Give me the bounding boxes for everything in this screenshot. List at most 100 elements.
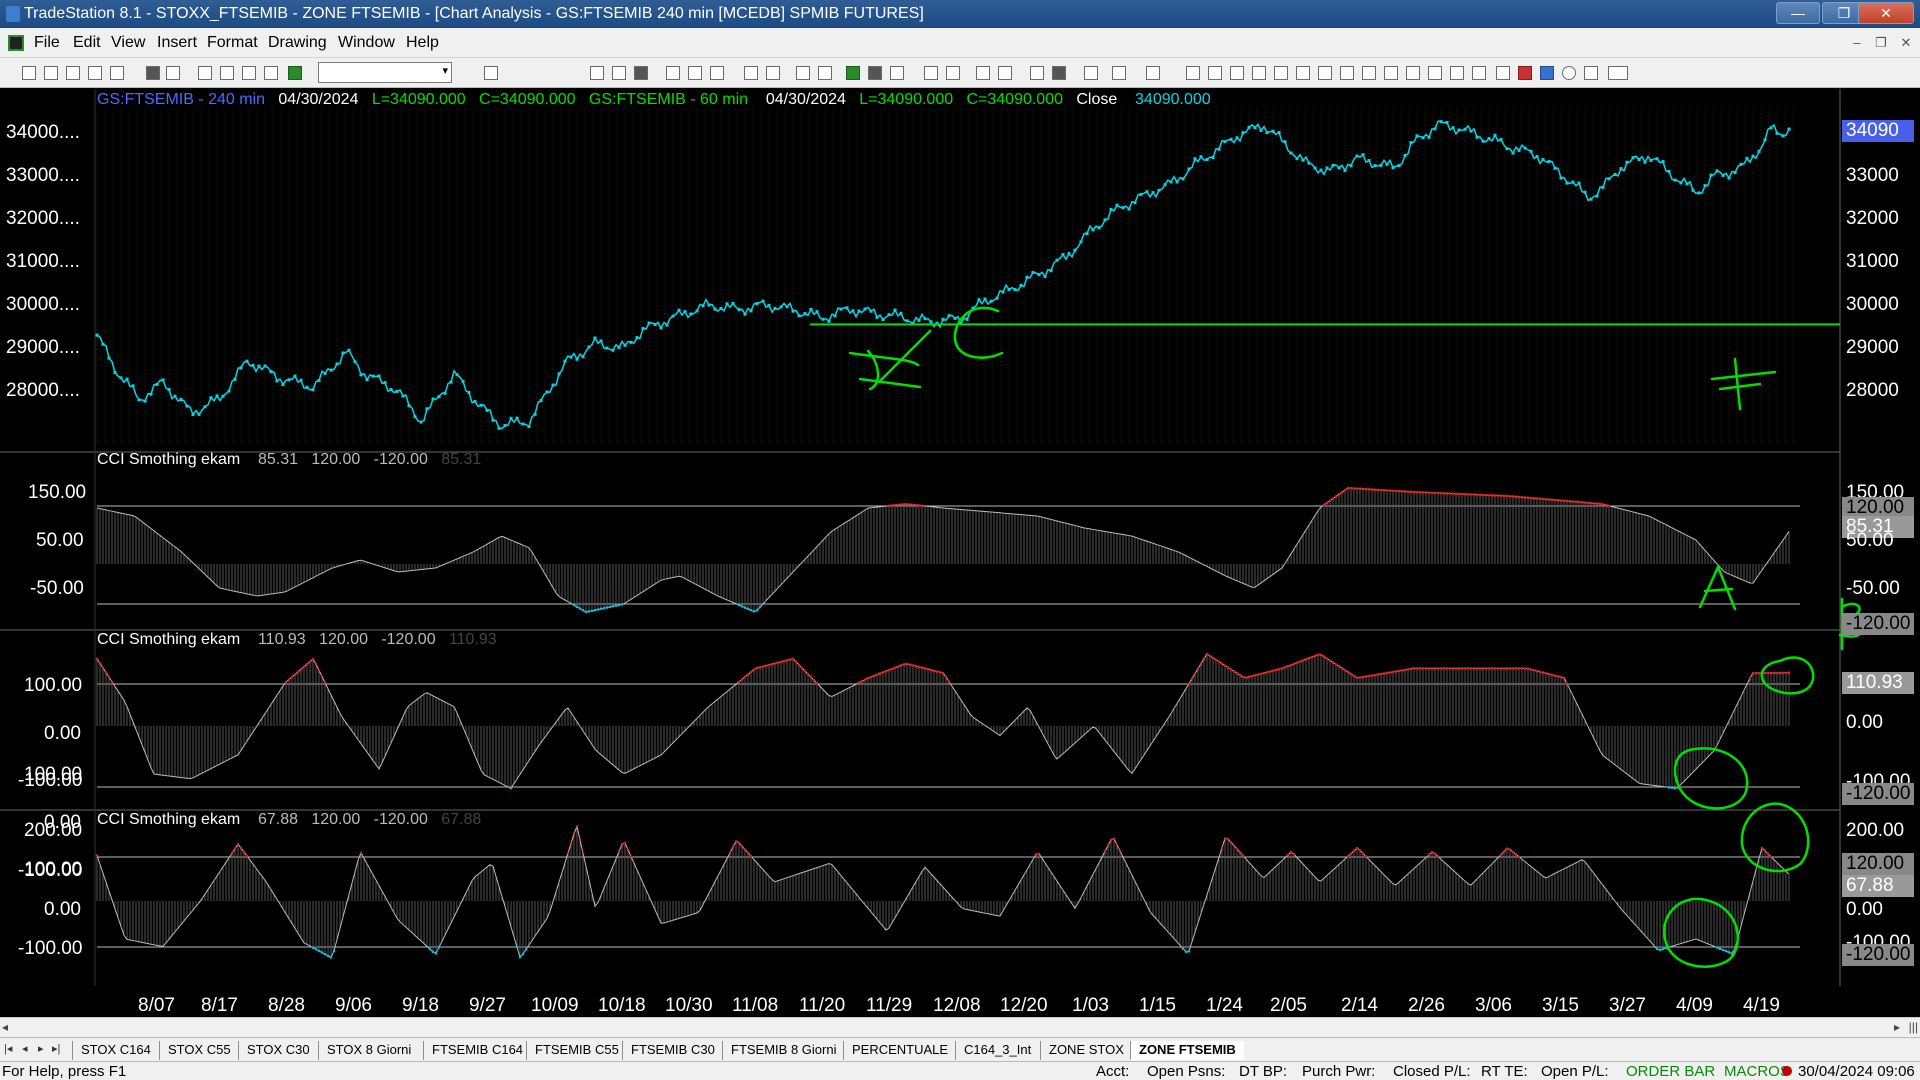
lock-icon[interactable]: [242, 66, 256, 80]
arrow-down-icon[interactable]: [1518, 66, 1532, 80]
cci-oversold: [311, 945, 1737, 959]
title-bar: TradeStation 8.1 - STOXX_FTSEMIB - ZONE …: [0, 0, 1920, 28]
status-rt-te: RT TE:: [1481, 1063, 1528, 1080]
radar-icon[interactable]: [688, 66, 702, 80]
crosshair-icon[interactable]: [924, 66, 938, 80]
quote-icon[interactable]: [846, 66, 860, 80]
horizontal-lines-icon[interactable]: [1230, 66, 1244, 80]
andrews-pitchfork-icon[interactable]: [1274, 66, 1288, 80]
menu-format[interactable]: Format: [207, 34, 258, 52]
globe-icon[interactable]: [288, 66, 302, 80]
tab-ftsemib-c30[interactable]: FTSEMIB C30: [622, 1041, 723, 1060]
scroll-grip-icon[interactable]: |||: [1909, 1020, 1918, 1034]
cycle-icon[interactable]: [1450, 66, 1464, 80]
macros-button[interactable]: MACROS: [1724, 1063, 1790, 1080]
scroll-right-icon[interactable]: ▸: [1894, 1020, 1900, 1034]
chart-trading-icon[interactable]: [1052, 66, 1066, 80]
insert-analysis-icon[interactable]: [890, 66, 904, 80]
scroll-icon[interactable]: [946, 66, 960, 80]
tab-c164-3-int[interactable]: C164_3_Int: [955, 1041, 1039, 1060]
rectangle-icon[interactable]: [1584, 66, 1598, 80]
cci3-left-label: 200.00: [24, 820, 83, 841]
fib-icon[interactable]: [1252, 66, 1266, 80]
draw-icon[interactable]: [264, 66, 278, 80]
tab-stox-c164[interactable]: STOX C164: [72, 1041, 159, 1060]
chart-area[interactable]: GS:FTSEMIB - 240 min 04/30/2024 L=34090.…: [0, 89, 1920, 1016]
print-icon[interactable]: [146, 66, 160, 80]
delete-icon[interactable]: [1146, 66, 1160, 80]
tab-zone-ftsemib[interactable]: ZONE FTSEMIB: [1130, 1041, 1244, 1060]
zoom-out-icon[interactable]: [998, 66, 1012, 80]
regression-icon[interactable]: [1340, 66, 1354, 80]
pencil-icon[interactable]: [1472, 66, 1486, 80]
tab-ftsemib-c55[interactable]: FTSEMIB C55: [526, 1041, 627, 1060]
tab-stox-8-giorni[interactable]: STOX 8 Giorni: [318, 1041, 419, 1060]
window-2-icon[interactable]: [220, 66, 234, 80]
format-icon[interactable]: [1112, 66, 1126, 80]
vertical-lines-icon[interactable]: [1208, 66, 1222, 80]
tab-stox-c55[interactable]: STOX C55: [159, 1041, 239, 1060]
gann-fan-icon[interactable]: [1296, 66, 1310, 80]
window-icon[interactable]: [198, 66, 212, 80]
order-bar-button[interactable]: ORDER BAR: [1626, 1063, 1715, 1080]
menu-help[interactable]: Help: [406, 34, 439, 52]
print-preview-icon[interactable]: [166, 66, 180, 80]
menu-file[interactable]: File: [34, 34, 60, 52]
mdi-restore-button[interactable]: ❐: [1872, 34, 1890, 52]
scanner-icon[interactable]: [710, 66, 724, 80]
trendline-icon[interactable]: [1186, 66, 1200, 80]
news-icon[interactable]: [796, 66, 810, 80]
chart-scrollbar[interactable]: ◂ ▸ |||: [0, 1017, 1920, 1037]
minimize-button[interactable]: —: [1776, 2, 1820, 24]
tab-stox-c30[interactable]: STOX C30: [238, 1041, 318, 1060]
zoom-in-icon[interactable]: [976, 66, 990, 80]
mdi-close-button[interactable]: ✕: [1897, 34, 1915, 52]
tab-first-icon[interactable]: |◂: [4, 1042, 12, 1055]
pointer-icon[interactable]: [1030, 66, 1044, 80]
mdi-minimize-button[interactable]: –: [1848, 34, 1866, 52]
arrow-up-icon[interactable]: [1540, 66, 1554, 80]
save-icon[interactable]: [110, 66, 124, 80]
arc-icon[interactable]: [1496, 66, 1510, 80]
menu-drawing[interactable]: Drawing: [268, 34, 327, 52]
menu-window[interactable]: Window: [338, 34, 395, 52]
alerts-icon[interactable]: [818, 66, 832, 80]
tools-icon[interactable]: [1084, 66, 1098, 80]
tab-percentuale[interactable]: PERCENTUALE: [843, 1041, 956, 1060]
scroll-left-icon[interactable]: ◂: [2, 1020, 8, 1034]
new-icon[interactable]: [22, 66, 36, 80]
cci2-left-label-low: -100.00: [18, 770, 83, 791]
close-button[interactable]: ✕: [1858, 2, 1914, 24]
chart-icon[interactable]: [666, 66, 680, 80]
options-icon[interactable]: [744, 66, 758, 80]
angle-icon[interactable]: [1362, 66, 1376, 80]
tab-last-icon[interactable]: ▸|: [52, 1042, 60, 1055]
table-icon[interactable]: [634, 66, 648, 80]
tab-zone-stox[interactable]: ZONE STOX: [1040, 1041, 1132, 1060]
data-window-icon[interactable]: [612, 66, 626, 80]
ellipse-icon[interactable]: [1562, 66, 1576, 80]
tab-prev-icon[interactable]: ◂: [22, 1042, 28, 1055]
open-icon[interactable]: [44, 66, 58, 80]
tab-ftsemib-8-giorni[interactable]: FTSEMIB 8 Giorni: [722, 1041, 844, 1060]
text-icon[interactable]: [1608, 66, 1628, 80]
channel-icon[interactable]: [1428, 66, 1442, 80]
find-symbol-icon[interactable]: [484, 66, 498, 80]
menu-edit[interactable]: Edit: [73, 34, 101, 52]
symbol-dropdown[interactable]: ▾: [318, 62, 452, 83]
menu-insert[interactable]: Insert: [157, 34, 197, 52]
menu-view[interactable]: View: [111, 34, 145, 52]
tab-next-icon[interactable]: ▸: [38, 1042, 44, 1055]
matrix-icon[interactable]: [766, 66, 780, 80]
workspace-icon[interactable]: [66, 66, 80, 80]
date-label: 3/06: [1475, 995, 1512, 1016]
parallel-lines-icon[interactable]: [1406, 66, 1420, 80]
tab-ftsemib-c164[interactable]: FTSEMIB C164: [423, 1041, 531, 1060]
speed-lines-icon[interactable]: [1318, 66, 1332, 80]
bars-icon[interactable]: [868, 66, 882, 80]
chart-window-icon[interactable]: [8, 35, 24, 51]
chart-canvas[interactable]: [0, 89, 1920, 986]
arrow-horizontal-icon[interactable]: [1384, 66, 1398, 80]
grid-icon[interactable]: [590, 66, 604, 80]
new-window-icon[interactable]: [88, 66, 102, 80]
